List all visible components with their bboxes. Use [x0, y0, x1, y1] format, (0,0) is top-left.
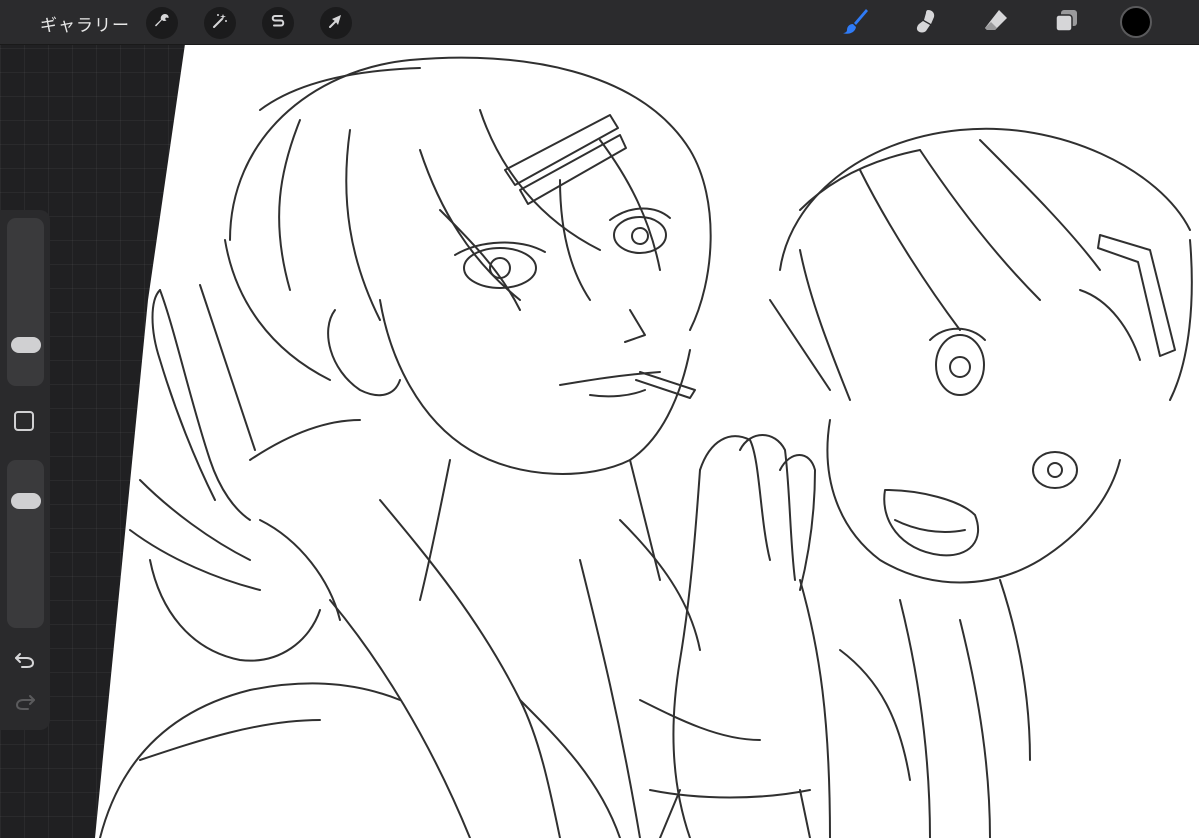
- opacity-slider-thumb[interactable]: [11, 492, 41, 509]
- gallery-button[interactable]: ギャラリー: [40, 11, 130, 36]
- paper-page: [95, 44, 1199, 838]
- adjustments-button[interactable]: [204, 7, 236, 39]
- transform-button[interactable]: [320, 7, 352, 39]
- opacity-slider[interactable]: [7, 460, 44, 628]
- eraser-tool-button[interactable]: [979, 6, 1013, 40]
- workspace: ギャラリー: [0, 0, 1199, 838]
- wrench-icon: [153, 12, 171, 34]
- smudge-icon: [910, 6, 940, 40]
- brush-tool-button[interactable]: [838, 6, 872, 40]
- arrow-cursor-icon: [327, 12, 345, 34]
- undo-button[interactable]: [10, 650, 40, 674]
- selection-button[interactable]: [262, 7, 294, 39]
- layers-button[interactable]: [1049, 6, 1083, 40]
- magic-wand-icon: [211, 12, 229, 34]
- actions-button[interactable]: [146, 7, 178, 39]
- square-modify-icon[interactable]: [14, 411, 34, 431]
- redo-icon: [14, 692, 36, 716]
- brush-size-slider[interactable]: [7, 218, 44, 386]
- layers-icon: [1051, 6, 1081, 40]
- color-picker-button[interactable]: [1120, 6, 1152, 38]
- undo-icon: [14, 650, 36, 674]
- brush-icon: [840, 6, 870, 40]
- selection-s-icon: [269, 12, 287, 34]
- eraser-icon: [981, 6, 1011, 40]
- redo-button[interactable]: [10, 692, 40, 716]
- left-sidebar: [0, 210, 50, 730]
- top-toolbar: ギャラリー: [0, 0, 1199, 45]
- brush-size-slider-thumb[interactable]: [11, 337, 41, 354]
- smudge-tool-button[interactable]: [908, 6, 942, 40]
- drawing-canvas[interactable]: [0, 0, 1199, 838]
